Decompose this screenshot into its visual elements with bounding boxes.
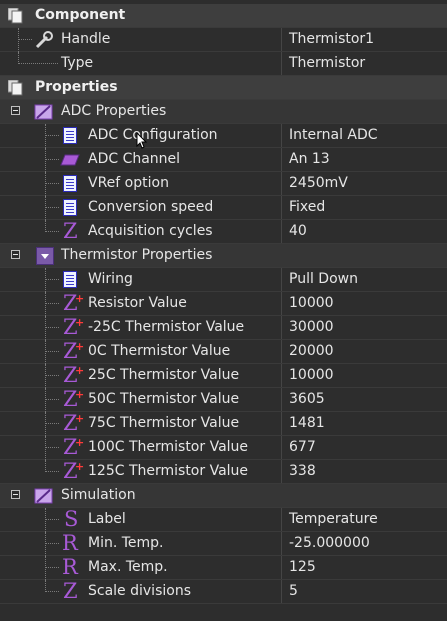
property-label: Max. Temp. [88, 559, 168, 575]
property-label: Wiring [88, 271, 133, 287]
property-label: 50C Thermistor Value [88, 391, 240, 407]
document-icon [63, 271, 77, 288]
property-row-handle[interactable]: Handle Thermistor1 [0, 28, 447, 52]
property-label: Scale divisions [88, 583, 191, 599]
property-row-100c-value[interactable]: Z + 100C Thermistor Value 677 [0, 436, 447, 460]
group-title: Simulation [61, 487, 136, 503]
group-thermistor-properties[interactable]: Thermistor Properties [0, 244, 447, 268]
property-value[interactable]: 677 [281, 436, 440, 459]
property-row-75c-value[interactable]: Z + 75C Thermistor Value 1481 [0, 412, 447, 436]
wrench-icon [35, 31, 53, 53]
property-value[interactable]: 3605 [281, 388, 440, 411]
properties-icon [7, 79, 24, 100]
property-value[interactable]: 1481 [281, 412, 440, 435]
simulation-group-icon [34, 487, 54, 509]
property-label: Type [61, 55, 94, 71]
property-value[interactable]: 10000 [281, 364, 440, 387]
component-icon [7, 7, 24, 28]
channel-icon [60, 154, 80, 170]
z-icon: Z [63, 219, 78, 243]
property-value[interactable]: Fixed [281, 196, 440, 219]
property-value[interactable]: 5 [281, 580, 440, 603]
property-value[interactable]: Thermistor [281, 52, 440, 75]
property-value[interactable]: 125 [281, 556, 440, 579]
property-value[interactable]: 338 [281, 460, 440, 483]
property-value[interactable]: 10000 [281, 292, 440, 315]
property-value[interactable]: 2450mV [281, 172, 440, 195]
group-title: ADC Properties [61, 103, 167, 119]
property-row-label[interactable]: S Label Temperature [0, 508, 447, 532]
property-label: 0C Thermistor Value [88, 343, 231, 359]
property-value[interactable]: Temperature [281, 508, 440, 531]
property-label: Conversion speed [88, 199, 214, 215]
group-simulation[interactable]: Simulation [0, 484, 447, 508]
property-label: Min. Temp. [88, 535, 164, 551]
s-icon: S [64, 507, 79, 531]
property-row-resistor-value[interactable]: Z + Resistor Value 10000 [0, 292, 447, 316]
section-title: Properties [35, 79, 118, 95]
property-label: Resistor Value [88, 295, 187, 311]
property-label: Handle [61, 31, 111, 47]
property-label: -25C Thermistor Value [88, 319, 245, 335]
property-label: 25C Thermistor Value [88, 367, 240, 383]
property-value[interactable]: An 13 [281, 148, 440, 171]
adc-group-icon [34, 103, 54, 125]
property-value[interactable]: 30000 [281, 316, 440, 339]
property-row-min-temp[interactable]: R Min. Temp. -25.000000 [0, 532, 447, 556]
collapse-icon[interactable] [11, 250, 20, 259]
group-title: Thermistor Properties [61, 247, 213, 263]
property-label: ADC Channel [88, 151, 181, 167]
property-label: Acquisition cycles [88, 223, 213, 239]
collapse-icon[interactable] [11, 490, 20, 499]
property-row-50c-value[interactable]: Z + 50C Thermistor Value 3605 [0, 388, 447, 412]
section-title: Component [35, 7, 126, 23]
property-value[interactable]: Thermistor1 [281, 28, 440, 51]
property-value[interactable]: -25.000000 [281, 532, 440, 555]
property-row-vref-option[interactable]: VRef option 2450mV [0, 172, 447, 196]
property-label: Label [88, 511, 126, 527]
property-row-acquisition-cycles[interactable]: Z Acquisition cycles 40 [0, 220, 447, 244]
r-icon: R [62, 531, 78, 555]
z-icon: Z [63, 579, 78, 603]
property-row-wiring[interactable]: Wiring Pull Down [0, 268, 447, 292]
property-row-adc-configuration[interactable]: ADC Configuration Internal ADC [0, 124, 447, 149]
property-label: 125C Thermistor Value [88, 463, 249, 479]
document-icon [63, 127, 77, 144]
property-value[interactable]: Internal ADC [281, 124, 440, 147]
section-properties[interactable]: Properties [0, 76, 447, 100]
r-icon: R [62, 555, 78, 579]
document-icon [63, 175, 77, 192]
property-row-max-temp[interactable]: R Max. Temp. 125 [0, 556, 447, 580]
grid-bottom-area [0, 604, 447, 621]
group-adc-properties[interactable]: ADC Properties [0, 100, 447, 124]
property-label: 100C Thermistor Value [88, 439, 249, 455]
collapse-icon[interactable] [11, 106, 20, 115]
property-row-0c-value[interactable]: Z + 0C Thermistor Value 20000 [0, 340, 447, 364]
property-row-type[interactable]: Type Thermistor [0, 52, 447, 76]
property-row-25c-value[interactable]: Z + 25C Thermistor Value 10000 [0, 364, 447, 388]
property-row-scale-divisions[interactable]: Z Scale divisions 5 [0, 580, 447, 604]
property-grid: Component Handle Thermistor1 Type Thermi… [0, 4, 447, 604]
document-icon [63, 199, 77, 216]
property-row-minus25c-value[interactable]: Z + -25C Thermistor Value 30000 [0, 316, 447, 340]
property-label: ADC Configuration [88, 127, 218, 143]
property-value[interactable]: Pull Down [281, 268, 440, 291]
property-value[interactable]: 20000 [281, 340, 440, 363]
property-row-125c-value[interactable]: Z + 125C Thermistor Value 338 [0, 460, 447, 484]
thermistor-group-icon [36, 247, 54, 269]
property-label: VRef option [88, 175, 169, 191]
property-row-conversion-speed[interactable]: Conversion speed Fixed [0, 196, 447, 220]
section-component[interactable]: Component [0, 4, 447, 28]
property-value[interactable]: 40 [281, 220, 440, 243]
property-label: 75C Thermistor Value [88, 415, 240, 431]
property-row-adc-channel[interactable]: ADC Channel An 13 [0, 148, 447, 172]
